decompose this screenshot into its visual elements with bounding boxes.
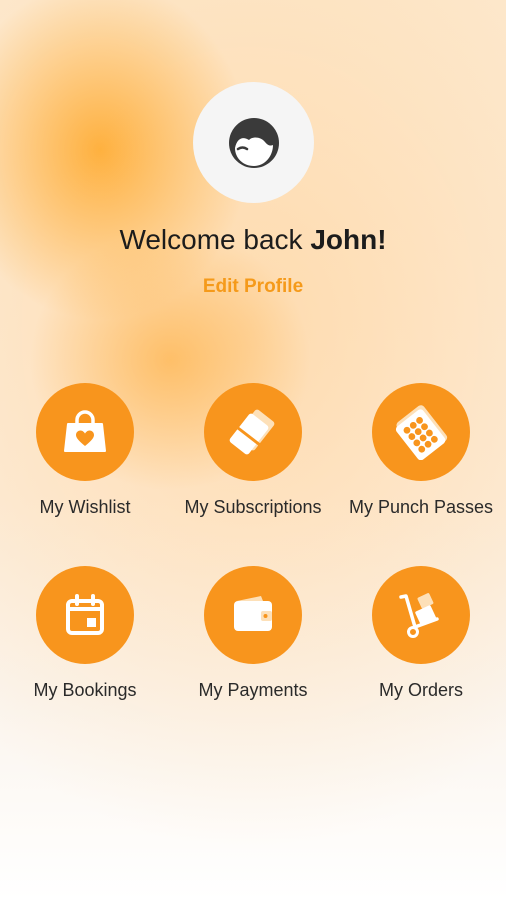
welcome-text: Welcome back xyxy=(119,224,311,255)
menu-icon-circle xyxy=(372,566,470,664)
welcome-heading: Welcome back John! xyxy=(0,224,506,256)
profile-screen: Welcome back John! Edit Profile My Wishl… xyxy=(0,0,506,900)
calendar-icon xyxy=(66,594,104,635)
menu-item-bookings[interactable]: My Bookings xyxy=(1,566,169,701)
avatar[interactable] xyxy=(193,82,314,203)
menu-icon-circle xyxy=(204,383,302,481)
menu-label: My Orders xyxy=(378,680,463,700)
hand-truck-icon xyxy=(399,593,439,638)
edit-profile-link[interactable]: Edit Profile xyxy=(0,276,506,298)
menu-label: My Punch Passes xyxy=(348,497,494,517)
menu-icon-circle xyxy=(372,383,470,481)
menu-label: My Wishlist xyxy=(39,497,131,517)
menu-icon-circle xyxy=(204,566,302,664)
menu-item-subscriptions[interactable]: My Subscriptions xyxy=(169,383,337,518)
cards-icon xyxy=(229,409,275,455)
menu-item-payments[interactable]: My Payments xyxy=(169,566,337,701)
wallet-icon xyxy=(234,596,272,631)
menu-label: My Subscriptions xyxy=(184,497,322,517)
user-name: John! xyxy=(310,224,387,255)
menu-label: My Bookings xyxy=(33,680,137,700)
punch-pass-icon xyxy=(395,405,448,460)
menu-label: My Payments xyxy=(198,680,308,700)
menu-icon-circle xyxy=(36,566,134,664)
user-avatar-icon xyxy=(228,117,279,168)
menu-icon-circle xyxy=(36,383,134,481)
menu-item-punch-passes[interactable]: My Punch Passes xyxy=(337,383,505,518)
shopping-bag-heart-icon xyxy=(64,410,106,452)
menu-item-wishlist[interactable]: My Wishlist xyxy=(1,383,169,518)
menu-item-orders[interactable]: My Orders xyxy=(337,566,505,701)
